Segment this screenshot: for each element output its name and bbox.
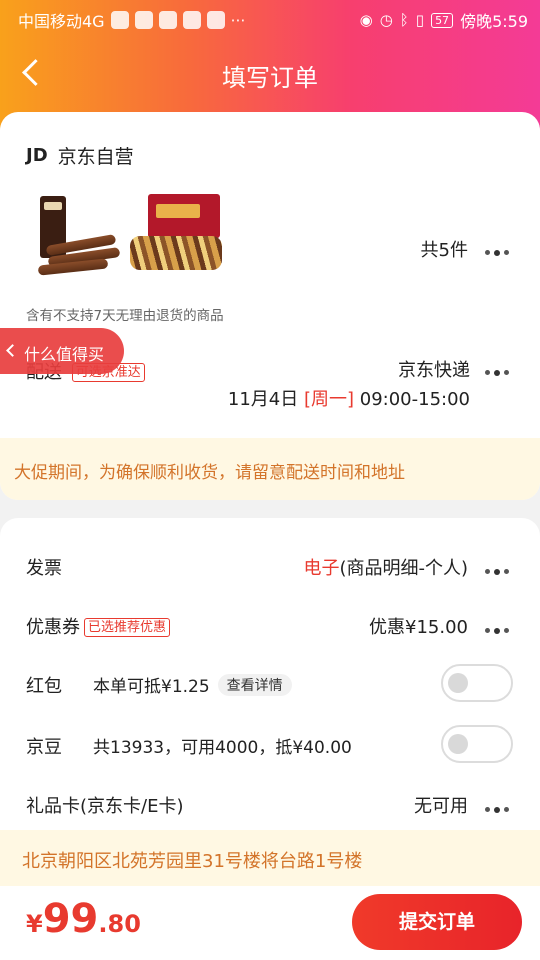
delivery-weekday: [周一]: [303, 389, 355, 410]
invoice-more-icon[interactable]: [485, 561, 513, 575]
jd-beans-row: 京豆 共13933，可用4000，抵¥40.00: [0, 725, 540, 765]
app-notification-icon: [206, 11, 225, 29]
store-name: 京东自营: [57, 146, 134, 168]
invoice-detail: (商品明细-个人): [339, 558, 468, 579]
delivery-time-slot: 09:00-15:00: [359, 389, 470, 410]
eye-icon: ◉: [359, 11, 373, 29]
app-notification-icon: [182, 11, 201, 29]
delivery-time[interactable]: 11月4日 [周一] 09:00-15:00: [228, 385, 470, 411]
gift-card-more-icon[interactable]: [485, 799, 513, 813]
shipping-address: 北京朝阳区北苑芳园里31号楼将台路1号楼: [22, 851, 363, 872]
coupon-label-text: 优惠券: [26, 617, 80, 638]
order-items-card: JD 京东自营 共5件 含有不支持7天无理由退货的商品 配送 可选京准达 京东快…: [0, 112, 540, 500]
red-packet-toggle[interactable]: [441, 664, 513, 702]
products-more-icon[interactable]: [485, 242, 513, 256]
page-title: 填写订单: [222, 64, 318, 92]
more-notifications-icon: ⋯: [230, 11, 246, 29]
jd-logo: JD: [26, 145, 48, 166]
delivery-date: 11月4日: [227, 389, 299, 410]
coupon-label: 优惠券 已选推荐优惠: [26, 613, 171, 639]
return-policy-note: 含有不支持7天无理由退货的商品: [26, 308, 224, 324]
chevron-left-icon: [6, 344, 19, 357]
red-packet-text: 本单可抵¥1.25 查看详情: [93, 672, 292, 697]
product-image-wafer-sticks[interactable]: [28, 190, 128, 280]
gift-card-row[interactable]: 礼品卡(京东卡/E卡) 无可用: [0, 784, 540, 824]
address-bar[interactable]: 北京朝阳区北苑芳园里31号楼将台路1号楼: [0, 830, 540, 886]
product-image-assorted-box[interactable]: [126, 190, 226, 280]
invoice-type: 电子: [303, 558, 340, 579]
toggle-knob: [448, 734, 468, 754]
delivery-more-icon[interactable]: [485, 362, 513, 376]
toggle-knob: [448, 673, 468, 693]
jd-beans-label: 京豆: [26, 737, 62, 758]
red-packet-label: 红包: [26, 676, 62, 697]
bottom-bar: ¥99.80 提交订单: [0, 886, 540, 960]
gift-card-value: 无可用: [414, 796, 468, 817]
invoice-row[interactable]: 发票 电子(商品明细-个人): [0, 546, 540, 586]
header-background: 中国移动4G ⋯ ◉ ◷ ᛒ ▯ 57 傍晚5:59 填写订单: [0, 0, 540, 130]
battery-icon: 57: [431, 12, 454, 28]
app-notification-icon: [110, 11, 129, 29]
invoice-label: 发票: [26, 558, 62, 579]
store-header: JD 京东自营: [26, 142, 134, 169]
view-details-button[interactable]: 查看详情: [217, 674, 292, 696]
app-notification-icon: [158, 11, 177, 29]
floating-tab-label: 什么值得买: [24, 345, 105, 364]
recommended-coupon-tag: 已选推荐优惠: [84, 618, 171, 637]
gift-card-label: 礼品卡(京东卡/E卡): [26, 796, 184, 817]
promo-notice-text: 大促期间，为确保顺利收货，请留意配送时间和地址: [14, 463, 405, 483]
product-box: [148, 194, 220, 238]
promo-notice-banner: 大促期间，为确保顺利收货，请留意配送时间和地址: [0, 438, 540, 500]
red-packet-row: 红包 本单可抵¥1.25 查看详情: [0, 664, 540, 704]
carrier-label: 中国移动4G: [18, 12, 105, 31]
item-count: 共5件: [420, 240, 468, 261]
clock: 傍晚5:59: [460, 12, 528, 31]
price-decimal: .80: [98, 910, 141, 938]
bluetooth-icon: ᛒ: [399, 11, 409, 29]
jd-beans-text: 共13933，可用4000，抵¥40.00: [93, 738, 352, 758]
shipping-method: 京东快递: [398, 360, 470, 381]
price-integer: 99: [42, 896, 99, 942]
app-notification-icon: [134, 11, 153, 29]
submit-order-button[interactable]: 提交订单: [352, 894, 522, 950]
title-bar: 填写订单: [0, 40, 540, 106]
red-packet-amount: 本单可抵¥1.25: [93, 677, 210, 697]
vibrate-icon: ▯: [415, 11, 425, 29]
total-price: ¥99.80: [26, 896, 141, 942]
coupon-value: 优惠¥15.00: [369, 617, 468, 638]
invoice-value: 电子(商品明细-个人): [303, 554, 468, 580]
smzdm-floating-tab[interactable]: 什么值得买: [0, 328, 124, 374]
alarm-icon: ◷: [379, 11, 393, 29]
jd-beans-toggle[interactable]: [441, 725, 513, 763]
coupon-row[interactable]: 优惠券 已选推荐优惠 优惠¥15.00: [0, 605, 540, 645]
status-bar: 中国移动4G ⋯ ◉ ◷ ᛒ ▯ 57 傍晚5:59: [0, 0, 540, 36]
currency-symbol: ¥: [26, 910, 43, 938]
coupon-more-icon[interactable]: [485, 620, 513, 634]
